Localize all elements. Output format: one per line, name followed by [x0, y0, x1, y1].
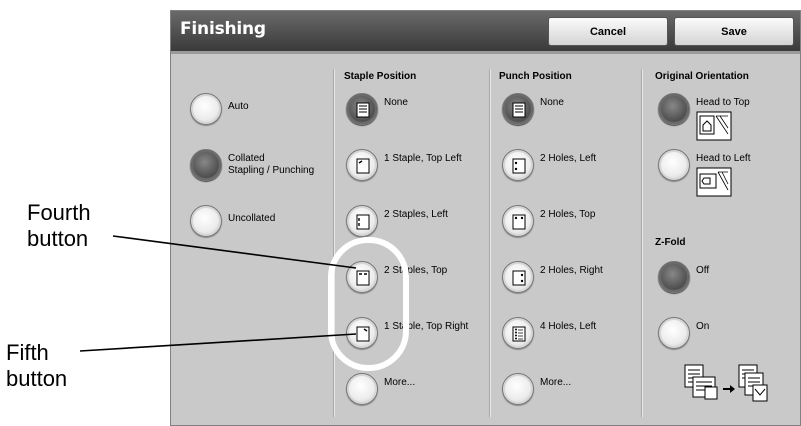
pointer-line-fifth: [79, 333, 357, 352]
pointer-line-fourth: [112, 235, 357, 269]
annotation-overlay: [79, 235, 409, 371]
highlight-ring: [328, 237, 409, 371]
